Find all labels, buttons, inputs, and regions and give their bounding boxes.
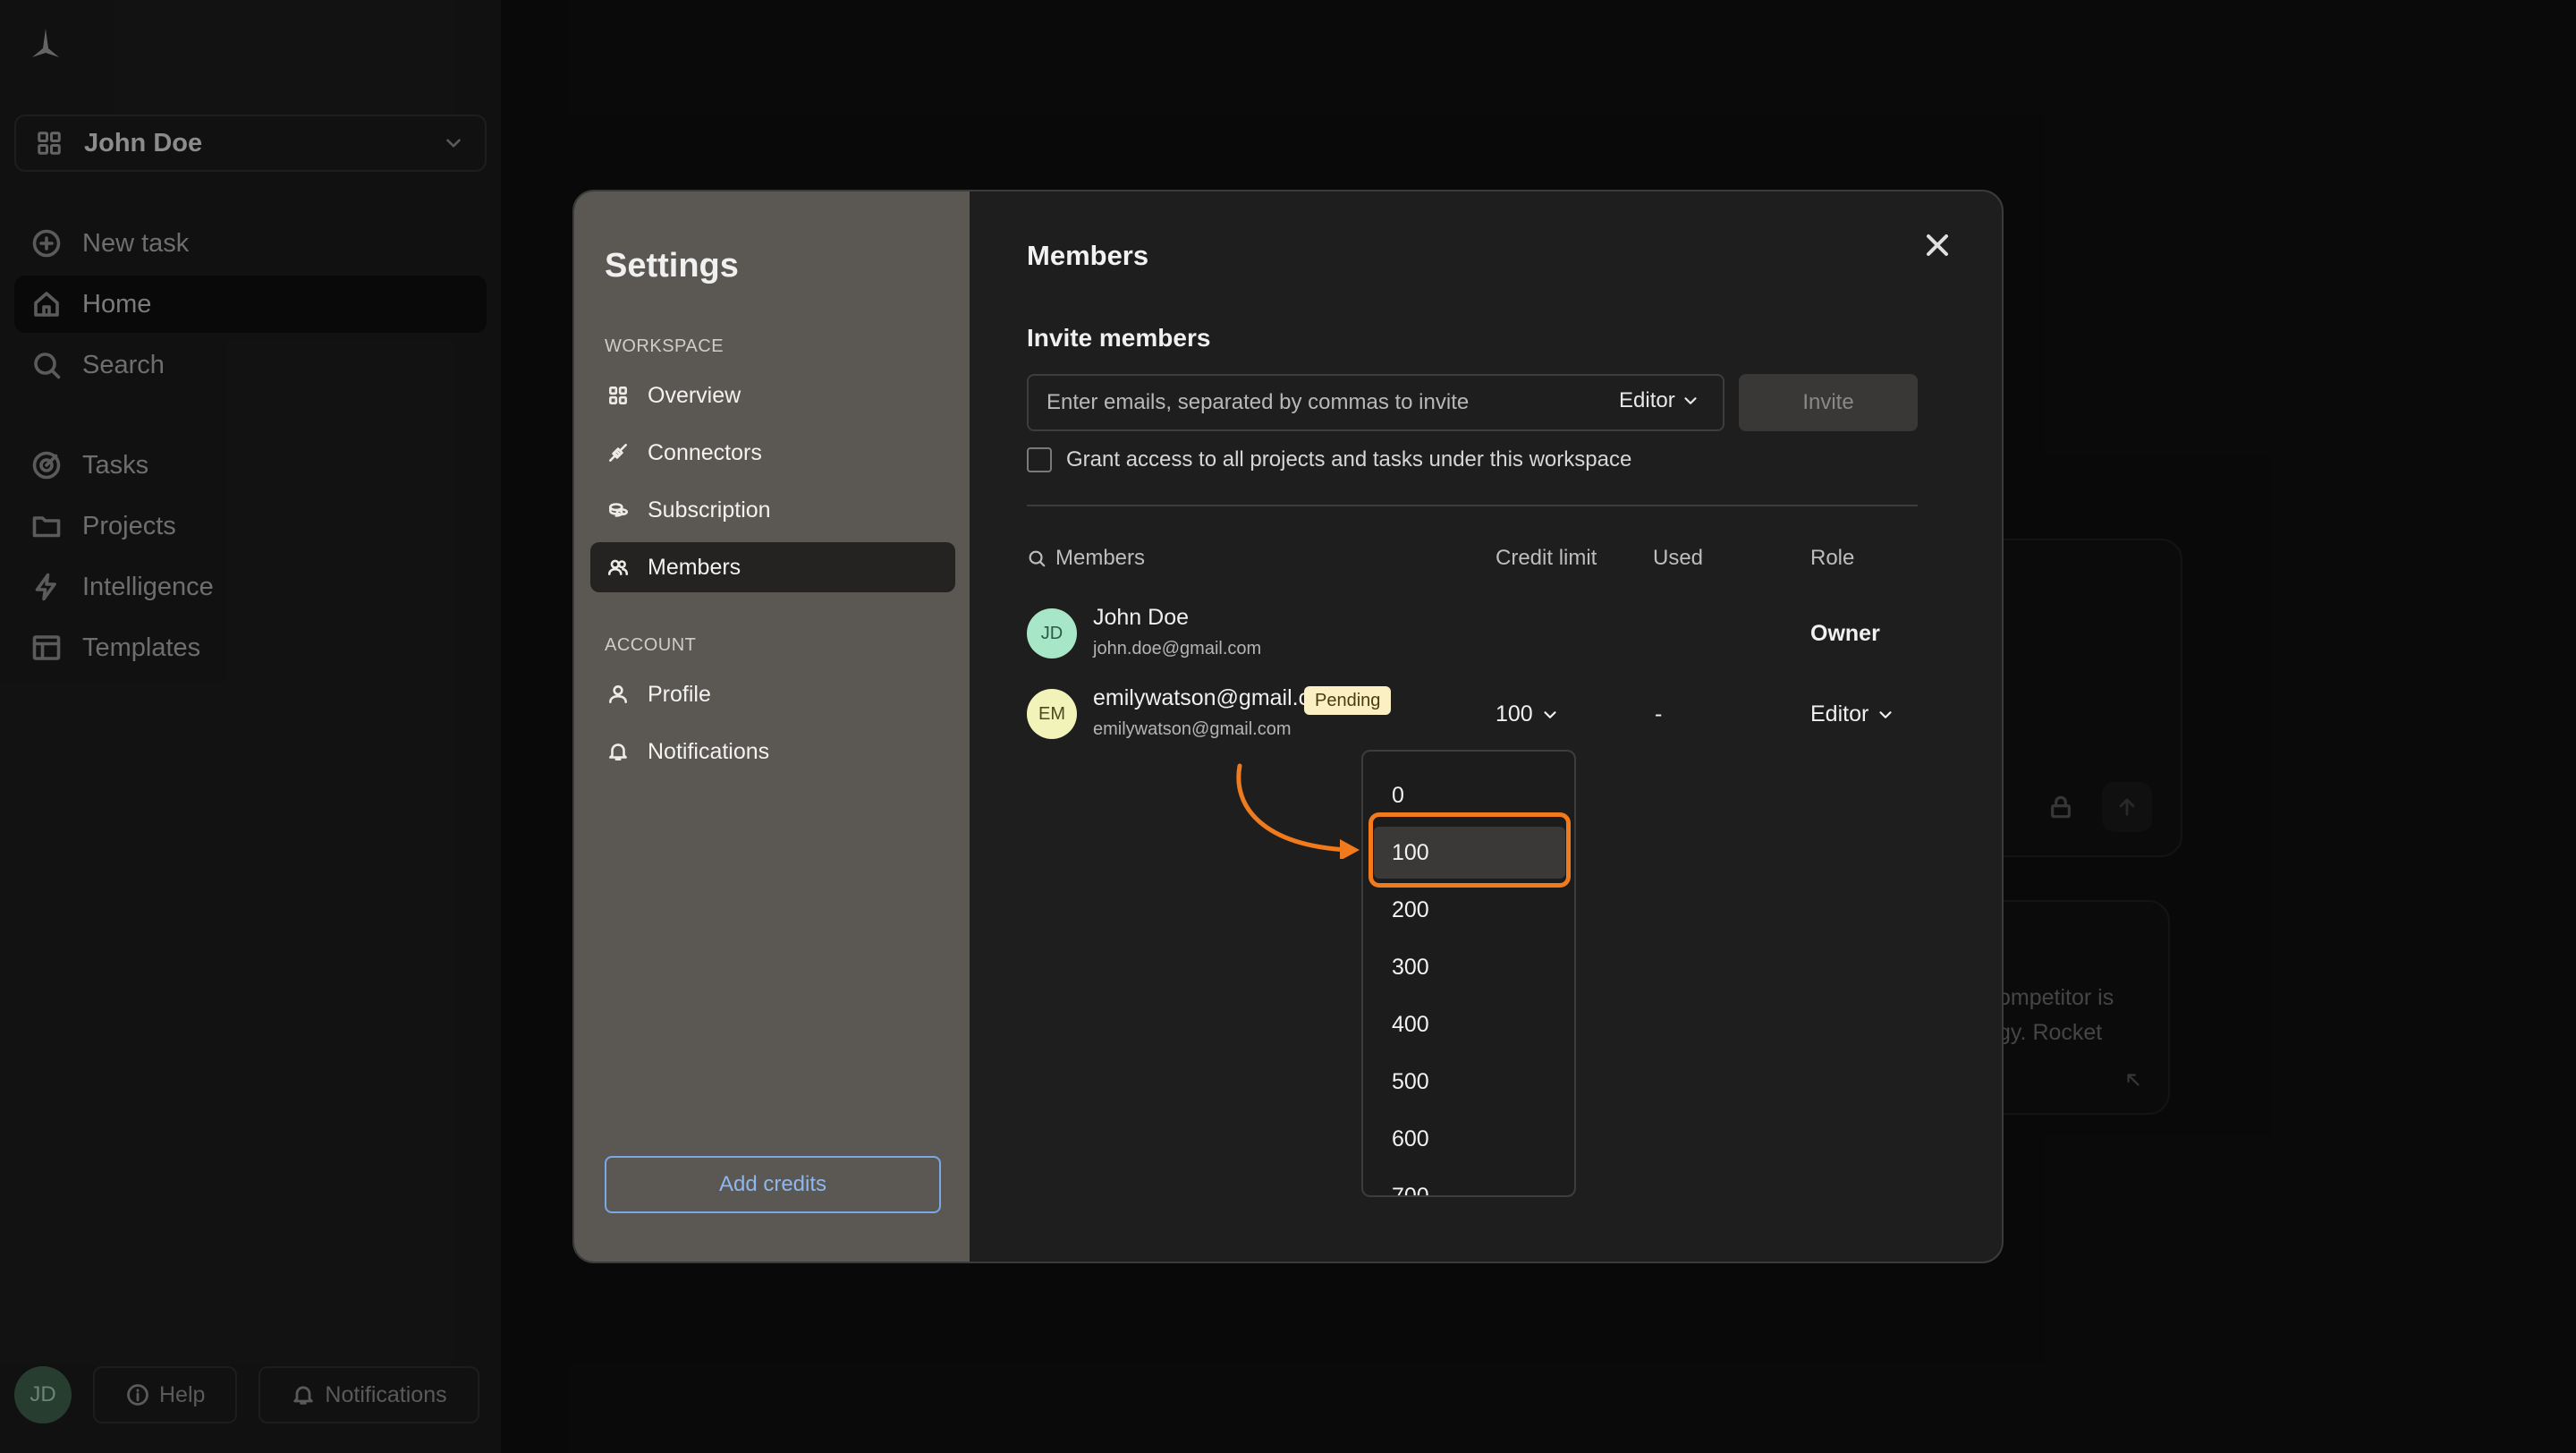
settings-modal: Settings WORKSPACE Overview Connectors S… [572, 190, 2004, 1263]
user-icon [606, 683, 630, 706]
dropdown-option[interactable]: 700 [1374, 1170, 1565, 1196]
users-icon [606, 556, 630, 579]
credit-limit-value: 100 [1496, 701, 1533, 726]
dropdown-option[interactable]: 400 [1374, 998, 1565, 1050]
member-email: john.doe@gmail.com [1093, 639, 1262, 659]
invite-title: Invite members [1027, 324, 1211, 352]
invite-button[interactable]: Invite [1739, 374, 1918, 431]
page-title: Members [1027, 240, 1149, 271]
settings-item-label: Overview [648, 382, 741, 408]
close-button[interactable] [1919, 227, 1955, 263]
member-role-select[interactable]: Editor [1810, 701, 1895, 727]
divider [1027, 505, 1918, 506]
settings-item-profile[interactable]: Profile [590, 669, 955, 719]
members-search[interactable]: Members [1027, 546, 1145, 571]
member-used: - [1655, 701, 1663, 726]
column-header-credit-limit: Credit limit [1496, 546, 1597, 570]
callout-arrow-icon [1225, 760, 1368, 859]
grid-icon [606, 384, 630, 407]
dropdown-option[interactable]: 300 [1374, 941, 1565, 993]
column-header-members: Members [1055, 546, 1146, 570]
connector-icon [606, 441, 630, 464]
member-role: Owner [1810, 621, 1880, 646]
credit-limit-select[interactable]: 100 [1496, 701, 1560, 727]
dropdown-option[interactable]: 500 [1374, 1056, 1565, 1108]
search-icon [1027, 548, 1046, 568]
settings-item-label: Notifications [648, 738, 770, 764]
settings-item-label: Profile [648, 681, 711, 707]
chevron-down-icon [1540, 705, 1560, 725]
column-header-role: Role [1810, 546, 1855, 570]
grant-access-label: Grant access to all projects and tasks u… [1066, 447, 1632, 472]
invite-role-select[interactable]: Editor [1619, 388, 1700, 413]
settings-title: Settings [605, 247, 739, 285]
column-header-used: Used [1653, 546, 1704, 570]
member-name: John Doe [1093, 605, 1190, 630]
coins-icon [606, 498, 630, 522]
status-badge: Pending [1304, 686, 1392, 715]
chevron-down-icon [1876, 705, 1895, 725]
settings-nav: Settings WORKSPACE Overview Connectors S… [574, 191, 970, 1262]
credit-limit-dropdown[interactable]: 0 100 200 300 400 500 600 700 [1361, 750, 1576, 1197]
settings-item-overview[interactable]: Overview [590, 370, 955, 421]
chevron-down-icon [1681, 391, 1700, 411]
bell-icon [606, 740, 630, 763]
avatar: JD [1027, 608, 1077, 659]
settings-item-label: Subscription [648, 497, 771, 523]
dropdown-option-selected[interactable]: 100 [1374, 827, 1565, 879]
dropdown-option[interactable]: 600 [1374, 1113, 1565, 1165]
dropdown-option[interactable]: 0 [1374, 769, 1565, 821]
settings-item-label: Members [648, 554, 741, 580]
invite-role-value: Editor [1619, 388, 1675, 412]
settings-item-subscription[interactable]: Subscription [590, 485, 955, 535]
member-role-value: Editor [1810, 701, 1869, 726]
add-credits-button[interactable]: Add credits [605, 1156, 941, 1213]
grant-access-checkbox[interactable] [1027, 447, 1052, 472]
dropdown-option[interactable]: 200 [1374, 884, 1565, 936]
settings-item-connectors[interactable]: Connectors [590, 428, 955, 478]
settings-item-label: Connectors [648, 439, 762, 465]
section-label-account: ACCOUNT [605, 635, 697, 655]
settings-item-members[interactable]: Members [590, 542, 955, 592]
settings-item-notifications[interactable]: Notifications [590, 726, 955, 777]
section-label-workspace: WORKSPACE [605, 336, 724, 356]
avatar: EM [1027, 689, 1077, 739]
close-icon [1919, 227, 1955, 263]
member-email: emilywatson@gmail.com [1093, 719, 1292, 739]
